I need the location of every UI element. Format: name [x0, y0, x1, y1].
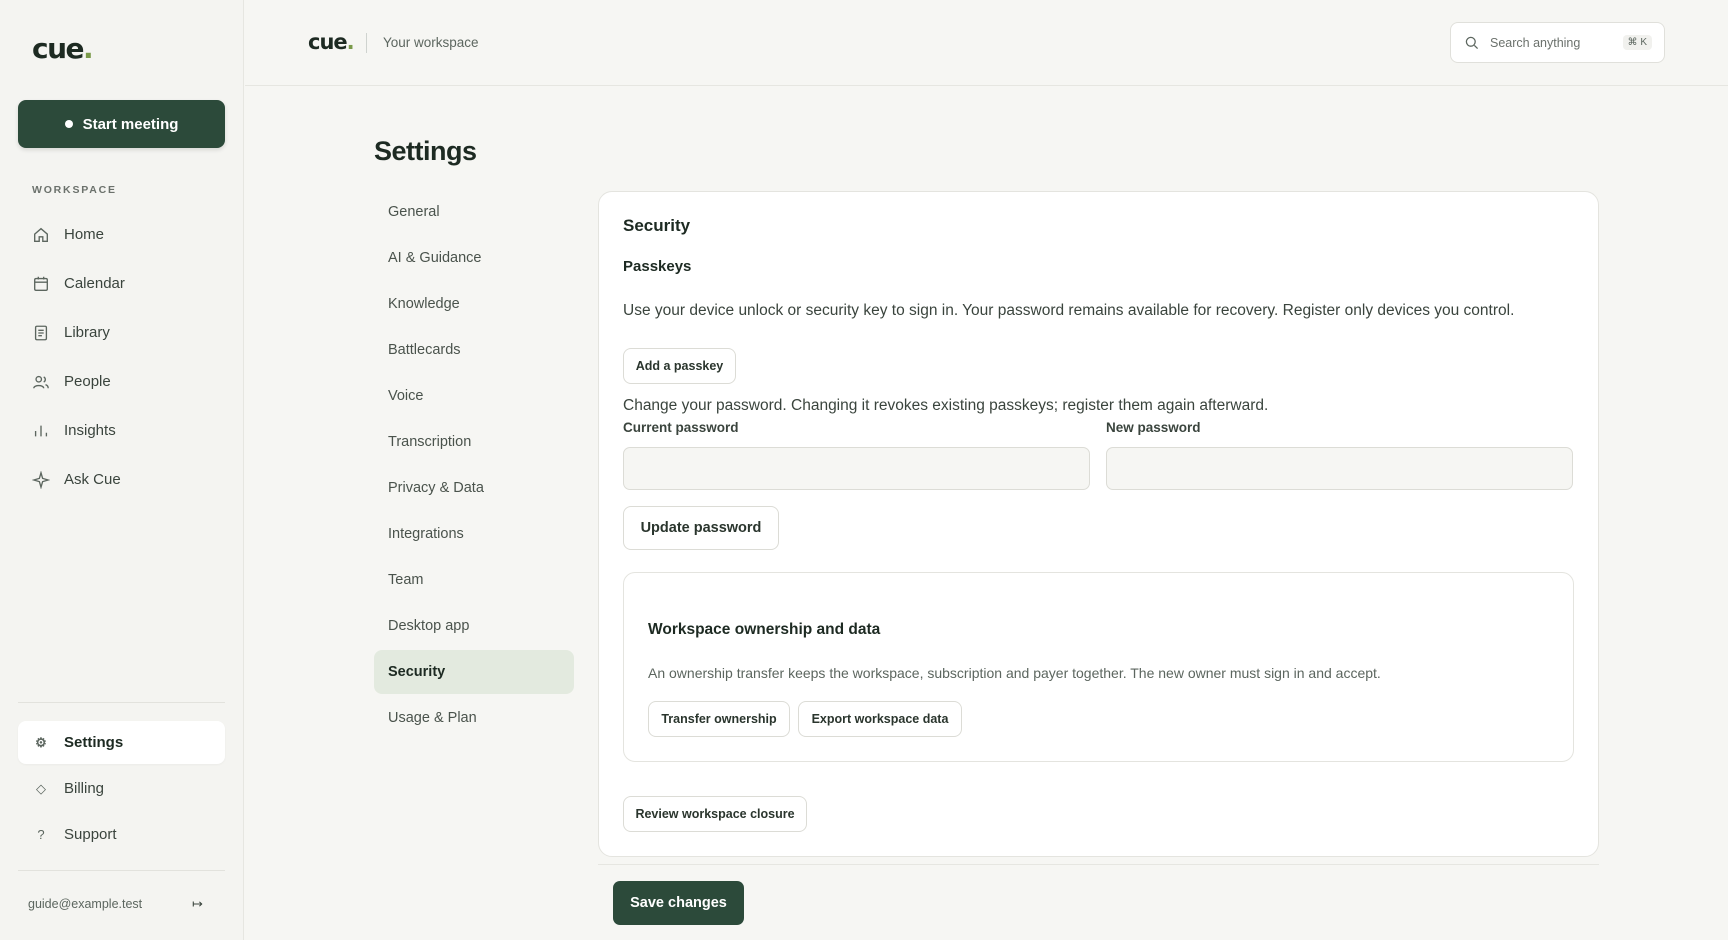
logout-icon[interactable]: ↦ [192, 896, 203, 912]
people-icon [33, 375, 49, 389]
sidebar-item-label: Billing [64, 780, 105, 797]
search-icon [1465, 36, 1479, 49]
top-logo[interactable]: cue. [308, 30, 355, 54]
transfer-ownership-button[interactable]: Transfer ownership [648, 701, 790, 737]
workspace-nav: Home Calendar Library People Insights As… [18, 210, 225, 504]
sidebar-item-label: People [64, 373, 111, 390]
ownership-description: An ownership transfer keeps the workspac… [648, 665, 1381, 681]
calendar-icon [34, 276, 48, 291]
sidebar-item-label: Library [64, 324, 110, 341]
settings-nav-transcription[interactable]: Transcription [374, 420, 574, 464]
settings-nav-ai-guidance[interactable]: AI & Guidance [374, 236, 574, 280]
top-separator [366, 33, 367, 53]
sidebar-item-calendar[interactable]: Calendar [18, 259, 225, 308]
sidebar-item-label: Insights [64, 422, 116, 439]
diamond-icon: ◇ [36, 780, 46, 796]
insights-icon [34, 425, 48, 436]
sidebar-item-label: Settings [64, 734, 124, 751]
settings-nav: General AI & Guidance Knowledge Battleca… [374, 190, 574, 742]
search-shortcut-badge: ⌘ K [1622, 35, 1652, 50]
search-placeholder: Search anything [1490, 35, 1581, 50]
settings-nav-usage-plan[interactable]: Usage & Plan [374, 696, 574, 740]
sidebar-item-label: Calendar [64, 275, 125, 292]
settings-nav-security[interactable]: Security [374, 650, 574, 694]
settings-nav-voice[interactable]: Voice [374, 374, 574, 418]
export-data-button[interactable]: Export workspace data [798, 701, 962, 737]
security-card: Security Passkeys Use your device unlock… [598, 191, 1599, 857]
user-email: guide@example.test [28, 897, 143, 911]
settings-nav-privacy-data[interactable]: Privacy & Data [374, 466, 574, 510]
start-meeting-label: Start meeting [82, 115, 179, 133]
sidebar-item-settings[interactable]: ⚙ Settings [18, 721, 225, 764]
update-password-button[interactable]: Update password [623, 506, 779, 550]
sidebar-item-label: Support [64, 826, 117, 843]
workspace-ownership-card: Workspace ownership and data An ownershi… [623, 572, 1574, 762]
top-bar: cue. Your workspace Search anything ⌘ K [245, 0, 1728, 86]
help-icon: ? [37, 827, 45, 842]
search-input[interactable]: Search anything ⌘ K [1450, 22, 1665, 63]
new-password-label: New password [1106, 420, 1201, 435]
sidebar-item-label: Home [64, 226, 105, 243]
passkeys-title: Passkeys [623, 258, 692, 275]
workspace-section-label: WORKSPACE [32, 184, 117, 196]
sidebar-item-people[interactable]: People [18, 357, 225, 406]
current-password-field[interactable] [623, 447, 1090, 490]
save-changes-button[interactable]: Save changes [613, 881, 744, 925]
sidebar-item-billing[interactable]: ◇ Billing [18, 767, 225, 810]
settings-nav-desktop-app[interactable]: Desktop app [374, 604, 574, 648]
save-bar: Save changes [598, 864, 1599, 940]
gear-icon: ⚙ [35, 734, 47, 750]
add-passkey-button[interactable]: Add a passkey [623, 348, 736, 384]
start-meeting-button[interactable]: Start meeting [18, 100, 225, 148]
sidebar-item-insights[interactable]: Insights [18, 406, 225, 455]
current-password-label: Current password [623, 420, 739, 435]
password-description: Change your password. Changing it revoke… [623, 397, 1269, 414]
sparkle-icon [32, 470, 50, 489]
ownership-title: Workspace ownership and data [648, 621, 881, 638]
settings-nav-team[interactable]: Team [374, 558, 574, 602]
sidebar-item-support[interactable]: ? Support [18, 813, 225, 856]
library-icon [34, 325, 48, 340]
logo[interactable]: cue. [32, 32, 94, 65]
sidebar-divider [18, 702, 225, 703]
sidebar-item-label: Ask Cue [64, 471, 121, 488]
new-password-field[interactable] [1106, 447, 1573, 490]
sidebar-item-library[interactable]: Library [18, 308, 225, 357]
settings-nav-integrations[interactable]: Integrations [374, 512, 574, 556]
home-icon [34, 227, 48, 242]
security-title: Security [623, 216, 691, 235]
sidebar-bottom-nav: ⚙ Settings ◇ Billing ? Support [18, 721, 225, 859]
settings-nav-general[interactable]: General [374, 190, 574, 234]
settings-nav-knowledge[interactable]: Knowledge [374, 282, 574, 326]
sidebar-divider [18, 870, 225, 871]
sidebar: cue. Start meeting WORKSPACE Home Calend… [0, 0, 244, 940]
passkeys-description: Use your device unlock or security key t… [623, 302, 1515, 319]
review-closure-button[interactable]: Review workspace closure [623, 796, 807, 832]
workspace-name[interactable]: Your workspace [383, 35, 479, 50]
record-dot-icon [64, 120, 73, 128]
page-title: Settings [374, 136, 477, 166]
sidebar-item-ask-cue[interactable]: Ask Cue [18, 455, 225, 504]
sidebar-item-home[interactable]: Home [18, 210, 225, 259]
settings-nav-battlecards[interactable]: Battlecards [374, 328, 574, 372]
